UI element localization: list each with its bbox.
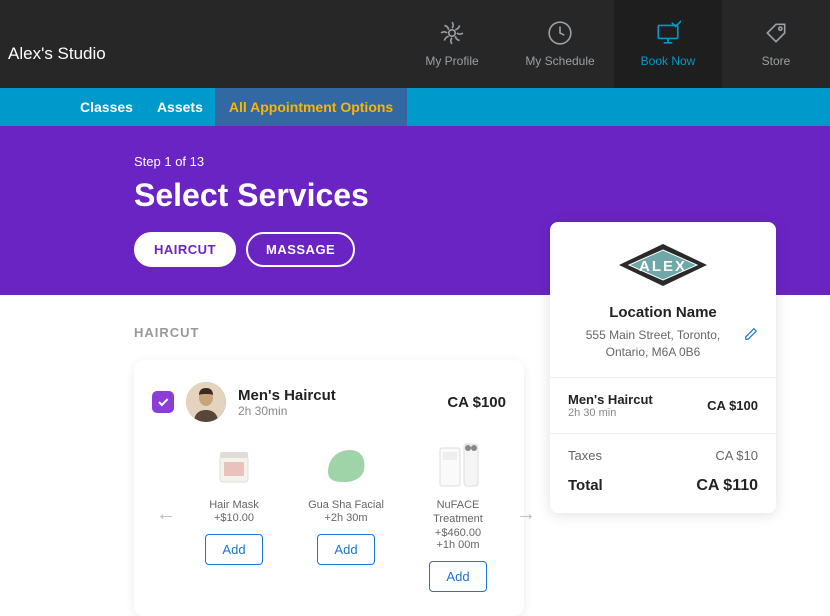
addon-image [318, 438, 374, 494]
carousel-prev[interactable]: ← [152, 499, 180, 530]
tag-icon [763, 20, 789, 46]
service-checkbox[interactable] [152, 391, 174, 413]
summary-line: Men's Haircut 2h 30 min CA $100 [568, 392, 758, 419]
nav-store[interactable]: Store [722, 0, 830, 88]
addon-item: Gua Sha Facial +2h 30m Add [300, 438, 392, 592]
device-icon [434, 440, 482, 492]
flower-icon [439, 20, 465, 46]
addon-name: Hair Mask [209, 498, 259, 512]
tab-assets[interactable]: Assets [145, 88, 215, 126]
tabs-bar: Classes Assets All Appointment Options [0, 88, 830, 126]
addon-item: NuFACE Treatment +$460.00 +1h 00m Add [412, 438, 504, 592]
check-icon [156, 395, 170, 409]
addon-price: +2h 30m [324, 512, 367, 524]
summary-card: ALEX Location Name 555 Main Street, Toro… [550, 222, 776, 513]
add-addon-button[interactable]: Add [317, 534, 374, 565]
nav-store-label: Store [762, 54, 791, 68]
addon-price: +$10.00 [214, 512, 254, 524]
addon-duration: +1h 00m [436, 539, 479, 551]
nav-my-schedule[interactable]: My Schedule [506, 0, 614, 88]
service-info: Men's Haircut 2h 30min [238, 387, 435, 418]
addon-price: +$460.00 [435, 527, 481, 539]
summary-line-sub: 2h 30 min [568, 407, 653, 419]
addons-carousel: ← Hair Mask +$10.00 [152, 438, 506, 592]
addon-image [430, 438, 486, 494]
tax-amount: CA $10 [715, 448, 758, 463]
addon-name: Gua Sha Facial [308, 498, 384, 512]
tab-classes[interactable]: Classes [68, 88, 145, 126]
addon-name: NuFACE Treatment [412, 498, 504, 527]
add-addon-button[interactable]: Add [205, 534, 262, 565]
addon-item: Hair Mask +$10.00 Add [188, 438, 280, 592]
nav-book-now-label: Book Now [641, 54, 696, 68]
person-icon [186, 382, 226, 422]
divider [550, 433, 776, 434]
alex-logo-icon: ALEX [613, 240, 713, 290]
addon-image [206, 438, 262, 494]
section-label: HAIRCUT [134, 325, 524, 340]
monitor-check-icon [655, 20, 681, 46]
top-header: Alex's Studio My Profile My Schedule Boo… [0, 0, 830, 88]
stylist-avatar [186, 382, 226, 422]
service-row: Men's Haircut 2h 30min CA $100 [152, 382, 506, 422]
services-column: HAIRCUT Men's Haircut 2h 30min [134, 325, 524, 616]
step-indicator: Step 1 of 13 [134, 154, 830, 169]
svg-text:ALEX: ALEX [639, 258, 687, 275]
location-name: Location Name [568, 304, 758, 321]
summary-total-line: Total CA $110 [568, 477, 758, 495]
divider [550, 377, 776, 378]
tax-label: Taxes [568, 448, 602, 463]
service-name: Men's Haircut [238, 387, 435, 404]
carousel-next[interactable]: → [512, 499, 540, 530]
service-card: Men's Haircut 2h 30min CA $100 ← [134, 360, 524, 616]
clock-icon [547, 20, 573, 46]
tab-all-appointment-options[interactable]: All Appointment Options [215, 88, 407, 126]
total-label: Total [568, 477, 603, 494]
pencil-icon [744, 327, 758, 341]
nav-my-schedule-label: My Schedule [525, 54, 594, 68]
studio-name: Alex's Studio [8, 44, 106, 88]
location-address: 555 Main Street, Toronto, Ontario, M6A 0… [568, 327, 738, 361]
jar-icon [210, 442, 258, 490]
summary-tax-line: Taxes CA $10 [568, 448, 758, 463]
location-address-row: 555 Main Street, Toronto, Ontario, M6A 0… [568, 327, 758, 361]
page-title: Select Services [134, 177, 830, 214]
addon-list: Hair Mask +$10.00 Add Gua Sha Facial [188, 438, 504, 592]
header-nav: My Profile My Schedule Book Now Store [398, 0, 830, 88]
pill-haircut[interactable]: HAIRCUT [134, 232, 236, 267]
pill-massage[interactable]: MASSAGE [246, 232, 355, 267]
edit-location-button[interactable] [744, 327, 758, 346]
service-price: CA $100 [447, 394, 506, 411]
business-logo: ALEX [568, 240, 758, 290]
nav-my-profile[interactable]: My Profile [398, 0, 506, 88]
add-addon-button[interactable]: Add [429, 561, 486, 592]
summary-line-name: Men's Haircut [568, 392, 653, 407]
nav-my-profile-label: My Profile [425, 54, 478, 68]
summary-line-amount: CA $100 [707, 398, 758, 413]
service-duration: 2h 30min [238, 404, 435, 418]
total-amount: CA $110 [696, 477, 758, 495]
guasha-icon [320, 442, 372, 490]
nav-book-now[interactable]: Book Now [614, 0, 722, 88]
